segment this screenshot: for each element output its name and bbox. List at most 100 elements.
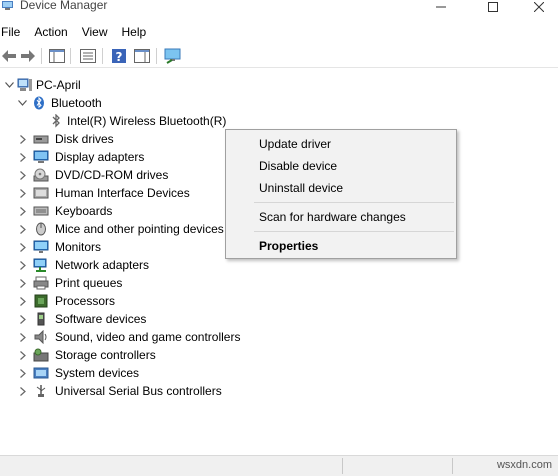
tree-root[interactable]: PC-April bbox=[0, 76, 120, 94]
tree-item-label: Display adapters bbox=[55, 150, 145, 164]
mouse-icon bbox=[36, 222, 46, 236]
chevron-right-icon[interactable] bbox=[18, 350, 28, 360]
toolbar-separator bbox=[156, 48, 157, 64]
show-hide-console-tree-button[interactable] bbox=[48, 47, 66, 65]
tree-item-label: Intel(R) Wireless Bluetooth(R) bbox=[67, 114, 227, 128]
minimize-button[interactable] bbox=[418, 0, 464, 14]
speaker-icon bbox=[34, 330, 47, 344]
status-bar-divider bbox=[452, 458, 453, 474]
tree-item-category[interactable]: Disk drives bbox=[0, 130, 260, 148]
tree-item-label: Monitors bbox=[55, 240, 102, 254]
properties-icon bbox=[80, 49, 96, 63]
tree-item-label: Bluetooth bbox=[51, 96, 102, 110]
chevron-right-icon[interactable] bbox=[18, 332, 28, 342]
tree-root-label: PC-April bbox=[36, 78, 81, 92]
toolbar-separator bbox=[70, 48, 71, 64]
context-menu-update-driver[interactable]: Update driver bbox=[259, 136, 331, 152]
network-adapter-icon bbox=[33, 258, 47, 272]
chevron-right-icon[interactable] bbox=[18, 314, 28, 324]
tree-item-category[interactable]: Processors bbox=[0, 292, 260, 310]
tree-item-label: Storage controllers bbox=[55, 348, 156, 362]
tree-item-category[interactable]: System devices bbox=[0, 364, 260, 382]
menu-help[interactable]: Help bbox=[118, 22, 151, 42]
tree-item-category[interactable]: Storage controllers bbox=[0, 346, 260, 364]
menu-file[interactable]: File bbox=[0, 22, 24, 42]
scan-hardware-icon bbox=[164, 48, 181, 64]
context-menu-uninstall-device[interactable]: Uninstall device bbox=[259, 180, 343, 196]
chevron-right-icon[interactable] bbox=[18, 134, 28, 144]
chevron-right-icon[interactable] bbox=[18, 368, 28, 378]
tree-item-category[interactable]: Universal Serial Bus controllers bbox=[0, 382, 260, 400]
forward-button[interactable] bbox=[19, 47, 37, 65]
display-adapter-icon bbox=[33, 150, 49, 163]
scan-hardware-button[interactable] bbox=[164, 47, 182, 65]
storage-controller-icon bbox=[33, 348, 49, 362]
chevron-right-icon[interactable] bbox=[18, 386, 28, 396]
status-bar-divider bbox=[342, 458, 343, 474]
context-menu-separator bbox=[254, 231, 454, 232]
view-button[interactable] bbox=[133, 47, 151, 65]
tree-item-category[interactable]: Display adapters bbox=[0, 148, 260, 166]
menu-view[interactable]: View bbox=[78, 22, 112, 42]
monitor-icon bbox=[33, 240, 49, 253]
context-menu-scan-hardware[interactable]: Scan for hardware changes bbox=[259, 209, 406, 225]
context-menu: Update driver Disable device Uninstall d… bbox=[225, 129, 457, 259]
context-menu-properties[interactable]: Properties bbox=[259, 238, 318, 254]
context-menu-disable-device[interactable]: Disable device bbox=[259, 158, 337, 174]
bluetooth-icon bbox=[34, 96, 44, 110]
computer-icon bbox=[17, 78, 32, 91]
system-device-icon bbox=[33, 367, 49, 379]
chevron-right-icon[interactable] bbox=[18, 296, 28, 306]
tree-item-label: Keyboards bbox=[55, 204, 113, 218]
tree-item-label: Software devices bbox=[55, 312, 147, 326]
window-title: Device Manager bbox=[20, 0, 108, 12]
tree-item-category[interactable]: Software devices bbox=[0, 310, 260, 328]
chevron-right-icon[interactable] bbox=[18, 206, 28, 216]
chevron-right-icon[interactable] bbox=[18, 170, 28, 180]
close-icon bbox=[534, 2, 544, 12]
dvd-drive-icon bbox=[33, 168, 49, 182]
tree-item-label: Sound, video and game controllers bbox=[55, 330, 241, 344]
tree-item-category[interactable]: Human Interface Devices bbox=[0, 184, 260, 202]
chevron-right-icon[interactable] bbox=[18, 224, 28, 234]
help-button[interactable]: ? bbox=[110, 47, 128, 65]
tree-item-label: Processors bbox=[55, 294, 116, 308]
help-icon: ? bbox=[112, 49, 126, 64]
chevron-right-icon[interactable] bbox=[18, 152, 28, 162]
processor-icon bbox=[34, 294, 48, 308]
tree-item-intel-bluetooth[interactable]: Intel(R) Wireless Bluetooth(R) bbox=[0, 112, 240, 130]
chevron-right-icon[interactable] bbox=[18, 188, 28, 198]
chevron-right-icon[interactable] bbox=[18, 242, 28, 252]
tree-item-category[interactable]: Print queues bbox=[0, 274, 260, 292]
back-button[interactable] bbox=[0, 47, 18, 65]
chevron-down-icon[interactable] bbox=[17, 98, 27, 108]
tree-item-bluetooth[interactable]: Bluetooth bbox=[0, 94, 120, 112]
maximize-icon bbox=[488, 2, 498, 12]
bluetooth-device-icon bbox=[52, 114, 60, 128]
tree-item-label: Human Interface Devices bbox=[55, 186, 190, 200]
close-button[interactable] bbox=[516, 0, 558, 14]
tree-item-label: Disk drives bbox=[55, 132, 114, 146]
chevron-down-icon[interactable] bbox=[4, 80, 14, 90]
forward-icon bbox=[21, 50, 35, 62]
minimize-icon bbox=[436, 6, 446, 8]
view-icon bbox=[134, 49, 150, 63]
show-hide-console-tree-icon bbox=[49, 49, 65, 63]
tree-item-category[interactable]: Mice and other pointing devices bbox=[0, 220, 260, 238]
tree-item-category[interactable]: Keyboards bbox=[0, 202, 260, 220]
chevron-right-icon[interactable] bbox=[18, 260, 28, 270]
tree-item-category[interactable]: Network adapters bbox=[0, 256, 260, 274]
tree-item-label: System devices bbox=[55, 366, 140, 380]
tree-item-category[interactable]: DVD/CD-ROM drives bbox=[0, 166, 260, 184]
watermark: wsxdn.com bbox=[496, 459, 552, 471]
tree-item-label: Print queues bbox=[55, 276, 123, 290]
status-bar: wsxdn.com bbox=[0, 455, 558, 476]
disk-drive-icon bbox=[33, 135, 49, 144]
chevron-right-icon[interactable] bbox=[18, 278, 28, 288]
tree-item-category[interactable]: Monitors bbox=[0, 238, 260, 256]
tree-item-category[interactable]: Sound, video and game controllers bbox=[0, 328, 260, 346]
menu-action[interactable]: Action bbox=[30, 22, 71, 42]
maximize-button[interactable] bbox=[470, 0, 516, 14]
properties-button[interactable] bbox=[79, 47, 97, 65]
back-icon bbox=[2, 50, 16, 62]
